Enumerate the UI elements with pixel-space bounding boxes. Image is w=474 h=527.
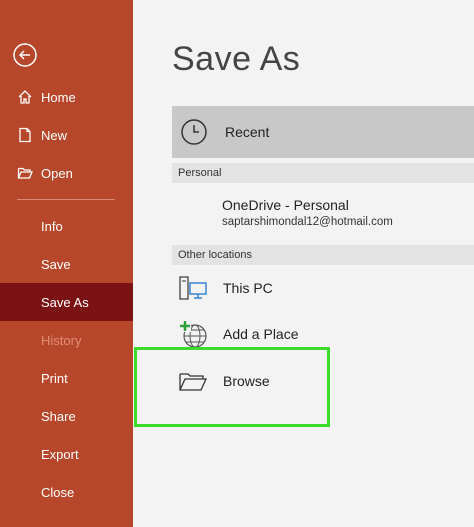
sidebar-item-close[interactable]: Close [0, 473, 133, 511]
sidebar-item-open[interactable]: Open [0, 154, 133, 192]
save-as-panel: Save As Recent Personal OneDrive - Perso… [133, 0, 474, 527]
sidebar-item-label: Share [41, 408, 76, 424]
sidebar-item-label: Info [41, 218, 63, 234]
section-header-other-locations: Other locations [172, 245, 474, 265]
sidebar-item-label: Close [41, 484, 75, 500]
sidebar-item-label: Save [41, 256, 71, 272]
computer-icon [178, 273, 208, 303]
sidebar-divider [17, 199, 115, 200]
sidebar-item-info[interactable]: Info [0, 207, 133, 245]
home-icon [17, 89, 33, 105]
clock-icon [180, 118, 208, 146]
location-label: Add a Place [223, 326, 299, 342]
sidebar-item-home[interactable]: Home [0, 78, 133, 116]
sidebar-item-history: History [0, 321, 133, 359]
back-arrow-icon[interactable] [12, 42, 38, 68]
location-this-pc[interactable]: This PC [172, 268, 474, 308]
backstage-sidebar: Home New Open Info Save Save As History … [0, 0, 133, 527]
highlight-annotation [134, 347, 330, 427]
location-label: Recent [225, 124, 270, 140]
add-globe-icon [178, 319, 208, 349]
location-label: This PC [223, 280, 273, 296]
onedrive-email: saptarshimondal12@hotmail.com [222, 216, 393, 228]
sidebar-item-label: Print [41, 370, 68, 386]
sidebar-item-new[interactable]: New [0, 116, 133, 154]
page-title: Save As [172, 40, 301, 78]
sidebar-item-label: Open [41, 165, 73, 181]
sidebar-item-print[interactable]: Print [0, 359, 133, 397]
sidebar-item-label: New [41, 127, 68, 143]
section-header-personal: Personal [172, 163, 474, 183]
sidebar-item-share[interactable]: Share [0, 397, 133, 435]
onedrive-name: OneDrive - Personal [222, 197, 349, 213]
sidebar-item-save[interactable]: Save [0, 245, 133, 283]
new-document-icon [17, 127, 33, 143]
location-recent[interactable]: Recent [172, 106, 474, 158]
sidebar-item-save-as[interactable]: Save As [0, 283, 133, 321]
sidebar-item-export[interactable]: Export [0, 435, 133, 473]
sidebar-item-label: Save As [41, 294, 89, 310]
sidebar-item-label: Export [41, 446, 79, 462]
sidebar-item-label: History [41, 332, 82, 348]
location-onedrive[interactable]: OneDrive - Personal saptarshimondal12@ho… [222, 197, 393, 228]
open-folder-icon [17, 165, 33, 181]
sidebar-item-label: Home [41, 89, 76, 105]
